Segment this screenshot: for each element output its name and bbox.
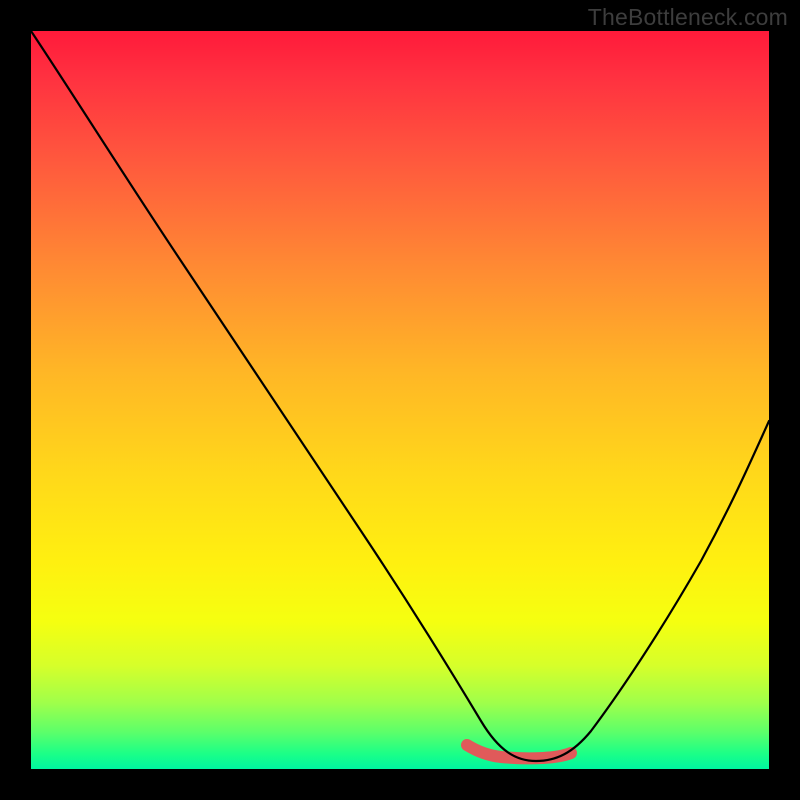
highlight-segment [467,745,571,758]
curve-svg [31,31,769,769]
watermark-text: TheBottleneck.com [588,4,788,31]
chart-frame: TheBottleneck.com [0,0,800,800]
plot-area [31,31,769,769]
bottleneck-curve [31,31,769,761]
